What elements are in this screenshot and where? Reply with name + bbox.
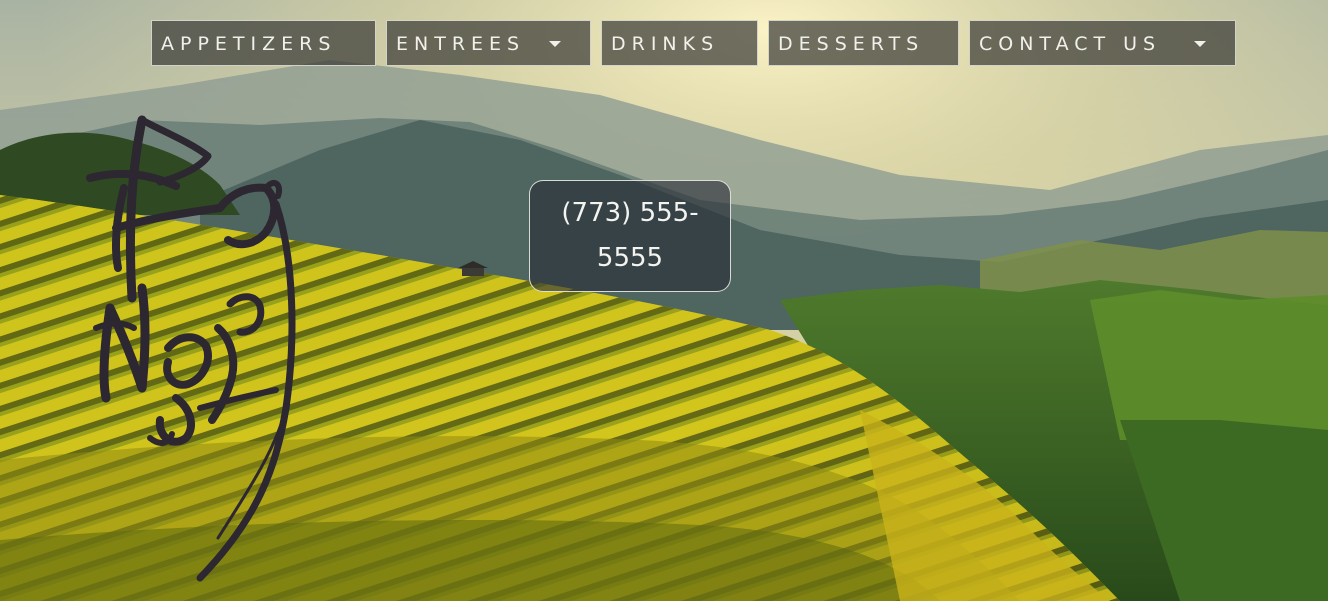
nav-appetizers-label: APPETIZERS — [161, 33, 337, 55]
nav-entrees-label: ENTREES — [396, 33, 526, 55]
nav-drinks-link[interactable]: DRINKS — [601, 20, 758, 66]
nav-desserts-label: DESSERTS — [778, 33, 925, 55]
phone-number-button[interactable]: (773) 555- 5555 — [529, 180, 731, 292]
nav-appetizers-link[interactable]: APPETIZERS — [151, 20, 376, 66]
nav-drinks-label: DRINKS — [611, 33, 720, 55]
nav-contact-us-label: CONTACT US — [979, 33, 1162, 55]
caret-down-icon — [549, 41, 561, 47]
hero-banner: APPETIZERS ENTREES DRINKS DESSERTS CONTA… — [0, 0, 1328, 601]
phone-number-line-2: 5555 — [596, 243, 664, 273]
caret-down-icon — [1194, 41, 1206, 47]
nav-desserts-link[interactable]: DESSERTS — [768, 20, 959, 66]
nav-contact-us-dropdown[interactable]: CONTACT US — [969, 20, 1236, 66]
calligraphy-logo — [86, 115, 296, 582]
main-navigation: APPETIZERS ENTREES DRINKS DESSERTS CONTA… — [0, 20, 1328, 68]
phone-number-line-1: (773) 555- — [561, 198, 699, 228]
nav-entrees-dropdown[interactable]: ENTREES — [386, 20, 591, 66]
